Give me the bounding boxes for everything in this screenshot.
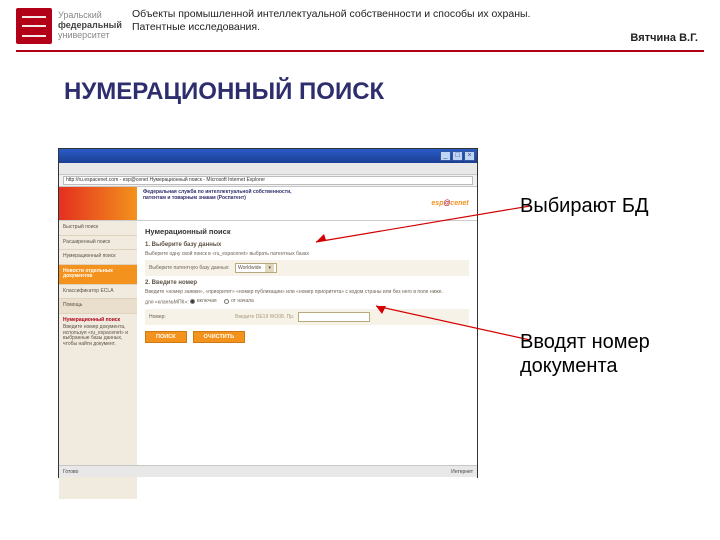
annotation-enter-number: Вводят номер документа [520, 330, 690, 378]
status-done: Готово [63, 469, 78, 475]
browser-menubar[interactable] [59, 163, 477, 175]
window-minimize-button[interactable]: _ [440, 151, 451, 161]
browser-window: _ □ × http://ru.espacenet.com - esp@cene… [58, 148, 478, 478]
brand-logo: esp@cenet [423, 187, 477, 220]
db-label: Выберите патентную базу данных: [149, 265, 231, 271]
step2-heading: 2. Введите номер [145, 280, 469, 286]
page-title: Нумерационный поиск [145, 227, 469, 236]
sidebar-item-number-search[interactable]: Нумерационный поиск [59, 250, 137, 265]
sidebar-info: Нумерационный поиск Введите номер докуме… [59, 314, 137, 352]
site-banner: Федеральная служба по интеллектуальной с… [59, 187, 477, 221]
banner-gradient [59, 187, 137, 220]
clear-button[interactable]: ОЧИСТИТЬ [193, 331, 246, 343]
search-button[interactable]: ПОИСК [145, 331, 187, 343]
header-title-line1: Объекты промышленной интеллектуальной со… [132, 8, 630, 21]
annotation-select-db: Выбирают БД [520, 195, 649, 218]
status-zone: Интернет [451, 469, 473, 475]
number-field-row: Номер: Введите DE19 WO08. Пр. [145, 309, 469, 325]
banner-org-line2: патентам и товарным знакам (Роспатент) [143, 196, 417, 202]
radio-row: для «клан№МПК»: включая от начала [145, 298, 469, 306]
header-title-line2: Патентные исследования. [132, 21, 630, 33]
sidebar-item-documents-news[interactable]: Новости отдельных документов Д [59, 265, 137, 285]
sidebar-item-help[interactable]: Помощь [59, 299, 137, 314]
sidebar: Быстрый поиск Расширенный поиск Нумераци… [59, 221, 137, 499]
sidebar-item-advanced-search[interactable]: Расширенный поиск [59, 236, 137, 251]
step1-description: Выберите одну свой поиск в «ru_espacenet… [145, 251, 469, 257]
header-divider [16, 50, 704, 52]
chevron-down-icon: ▾ [265, 264, 274, 272]
slide-header: Уральский федеральный университет Объект… [0, 0, 720, 48]
number-input[interactable] [298, 312, 370, 322]
db-field-row: Выберите патентную базу данных: Worldwid… [145, 260, 469, 276]
window-maximize-button[interactable]: □ [452, 151, 463, 161]
window-close-button[interactable]: × [464, 151, 475, 161]
browser-statusbar: Готово Интернет [59, 465, 477, 477]
slide-title: НУМЕРАЦИОННЫЙ ПОИСК [64, 78, 720, 106]
logo-text-3: университет [58, 31, 122, 41]
logo-icon [16, 8, 52, 44]
address-bar[interactable]: http://ru.espacenet.com - esp@cenet Нуме… [63, 176, 473, 185]
step1-heading: 1. Выберите базу данных [145, 242, 469, 248]
browser-toolbar: http://ru.espacenet.com - esp@cenet Нуме… [59, 175, 477, 187]
sidebar-item-quick-search[interactable]: Быстрый поиск [59, 221, 137, 236]
main-content: Нумерационный поиск 1. Выберите базу дан… [137, 221, 477, 499]
window-titlebar: _ □ × [59, 149, 477, 163]
radio-including[interactable]: включая [190, 298, 217, 304]
db-select-value: Worldwide [238, 265, 261, 271]
step2-description: Введите «номер заявки», «приоритет» «ном… [145, 289, 469, 295]
db-select[interactable]: Worldwide ▾ [235, 263, 277, 273]
university-logo: Уральский федеральный университет [16, 8, 122, 44]
number-label: Номер: [149, 314, 231, 320]
author-name: Вятчина В.Г. [630, 32, 704, 44]
sidebar-item-ecla[interactable]: Классификатор ECLA [59, 285, 137, 300]
number-example: Введите DE19 WO08. Пр. [235, 314, 294, 320]
radio-from-start[interactable]: от начала [224, 298, 254, 304]
